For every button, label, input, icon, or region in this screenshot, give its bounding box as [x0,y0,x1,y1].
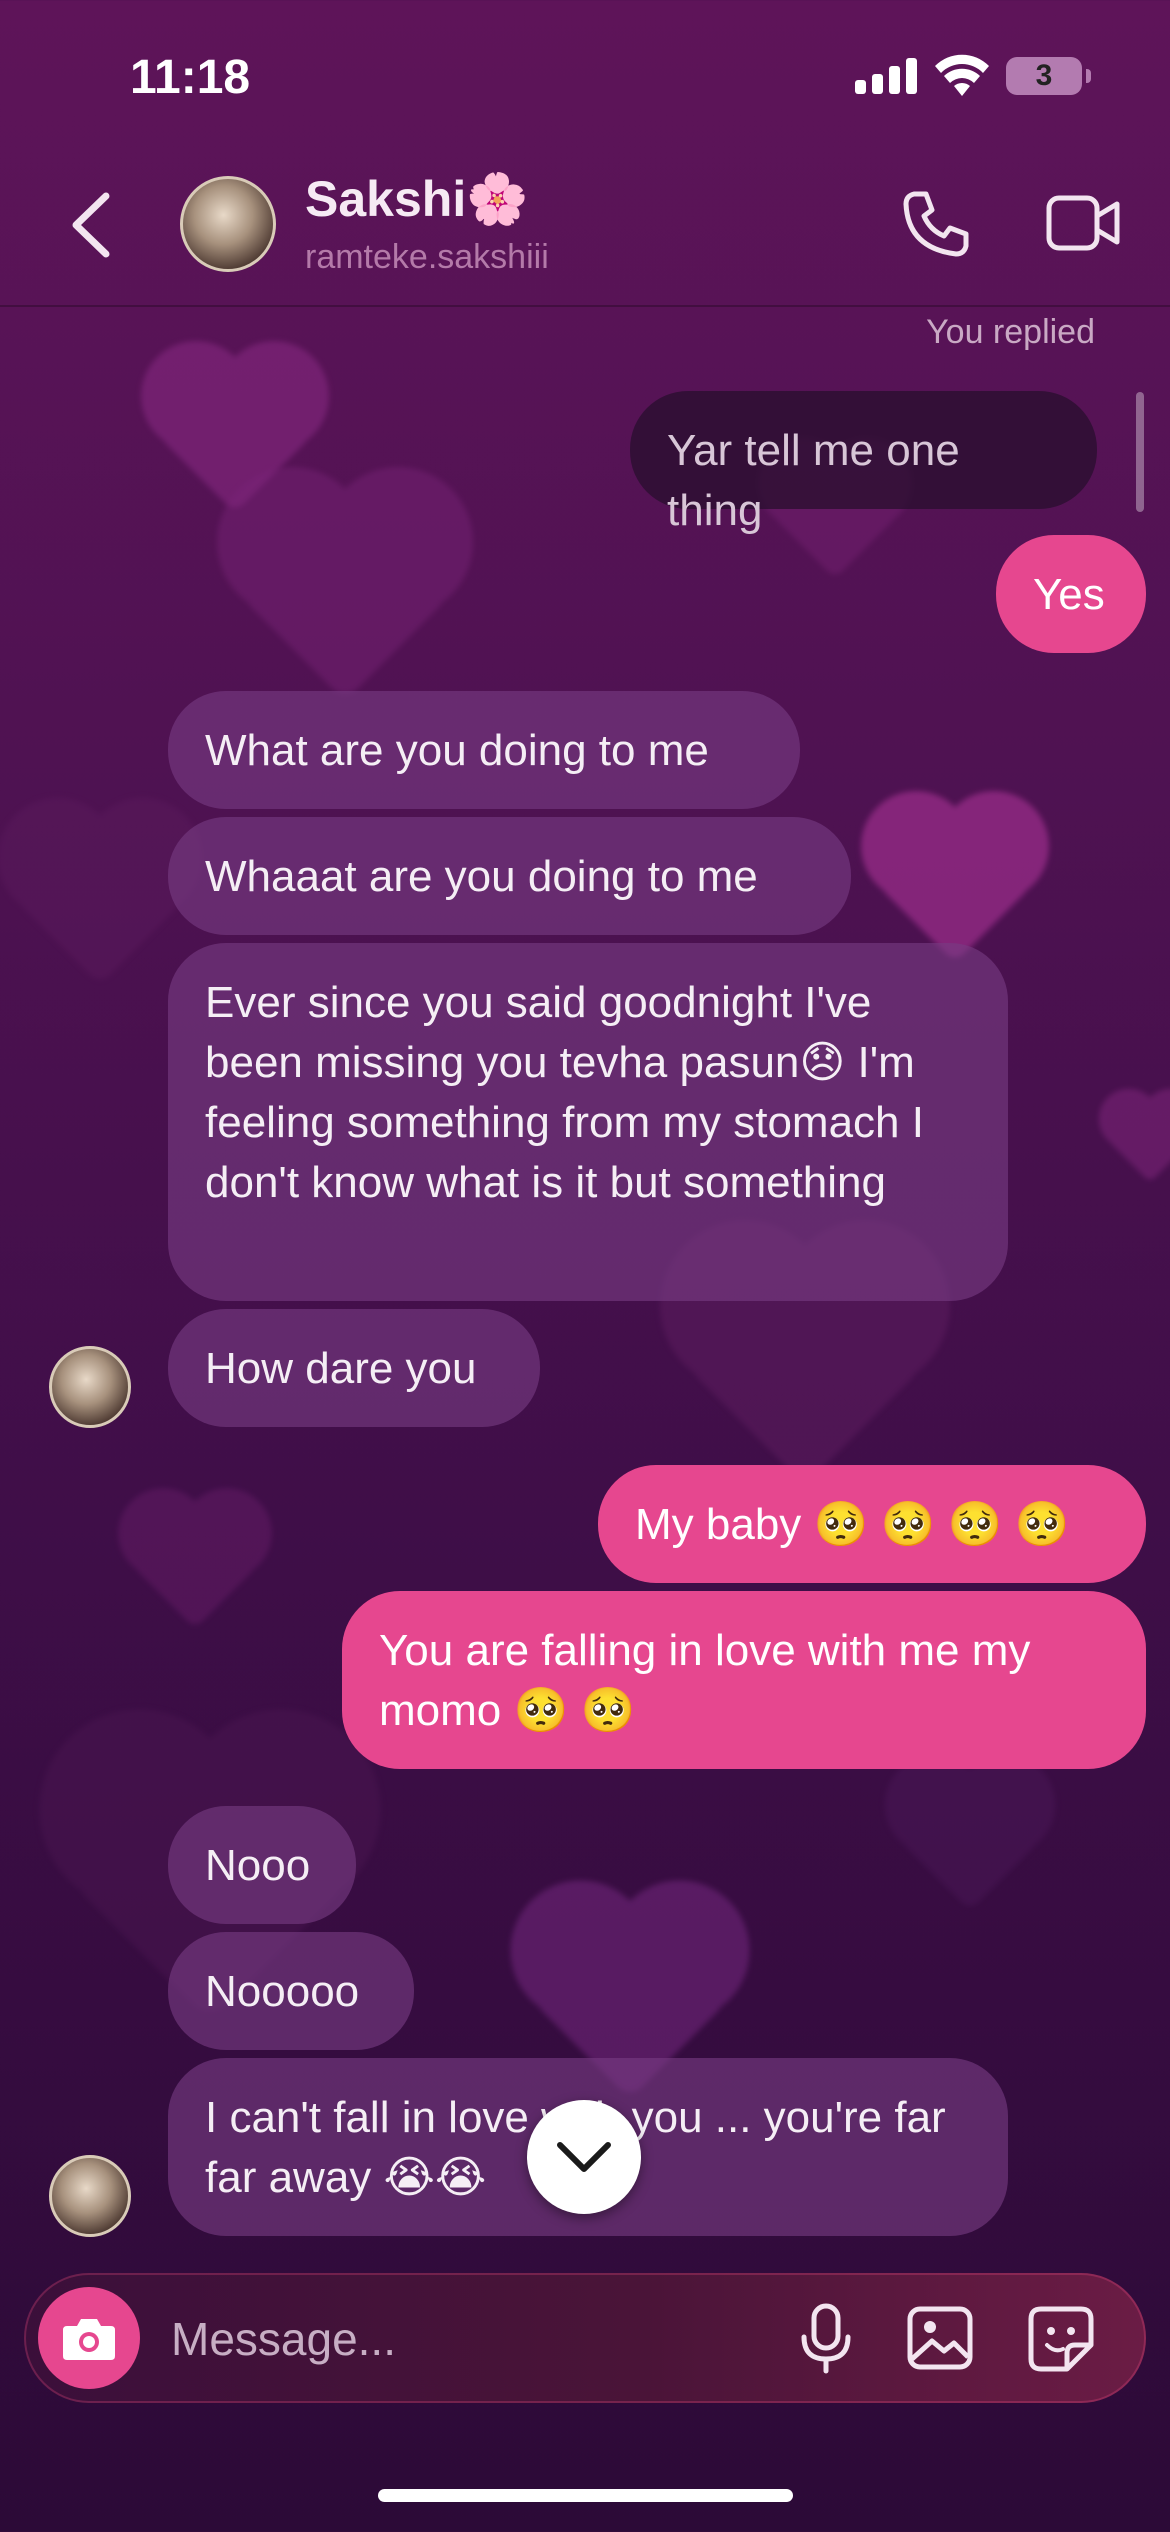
contact-username[interactable]: ramteke.sakshiii [305,238,549,277]
message-bubble-received[interactable]: How dare you [168,1309,540,1427]
battery-icon: 3 [1006,57,1091,95]
chevron-down-icon [557,2142,611,2172]
background-heart [238,488,452,702]
replied-label: You replied [926,313,1095,351]
chat-header: Sakshi🌸 ramteke.sakshiii [0,150,1170,307]
message-bubble-sent[interactable]: My baby 🥺 🥺 🥺 🥺 [598,1465,1146,1583]
background-heart [131,1501,259,1629]
signal-icon [855,58,917,94]
status-time: 11:18 [130,51,251,104]
message-bubble-received[interactable]: Whaaat are you doing to me [168,817,851,935]
microphone-icon[interactable] [796,2303,856,2375]
message-bubble-received[interactable]: Nooo [168,1806,356,1924]
contact-name[interactable]: Sakshi🌸 [305,170,528,229]
message-input[interactable] [169,2301,773,2377]
message-bubble-received[interactable]: Nooooo [168,1932,414,2050]
message-bubble-received[interactable]: What are you doing to me [168,691,800,809]
status-bar: 11:18 3 [0,0,1170,150]
message-composer [24,2273,1146,2403]
scroll-to-bottom-button[interactable] [527,2100,641,2214]
sticker-icon[interactable] [1027,2305,1095,2373]
camera-button[interactable] [38,2287,140,2389]
background-heart [15,815,185,985]
avatar[interactable] [49,1346,131,1428]
back-chevron-icon[interactable] [62,190,122,260]
video-icon[interactable] [1045,192,1121,254]
gallery-icon[interactable] [906,2305,974,2371]
background-heart [1107,1097,1170,1183]
wifi-icon [935,54,989,96]
message-bubble-sent[interactable]: You are falling in love with me my momo … [342,1591,1146,1769]
scroll-indicator[interactable] [1136,392,1144,512]
message-bubble-sent[interactable]: Yes [996,535,1146,653]
camera-icon [63,2319,115,2360]
home-indicator[interactable] [378,2489,793,2502]
battery-level: 3 [1035,59,1053,92]
avatar[interactable] [49,2155,131,2237]
message-bubble-received[interactable]: Ever since you said goodnight I've been … [168,943,1008,1301]
background-heart [899,1769,1041,1911]
background-heart [877,807,1033,963]
phone-icon[interactable] [900,188,972,260]
message-bubble-reply[interactable]: Yar tell me one thing [630,391,1097,535]
avatar[interactable] [180,176,276,272]
